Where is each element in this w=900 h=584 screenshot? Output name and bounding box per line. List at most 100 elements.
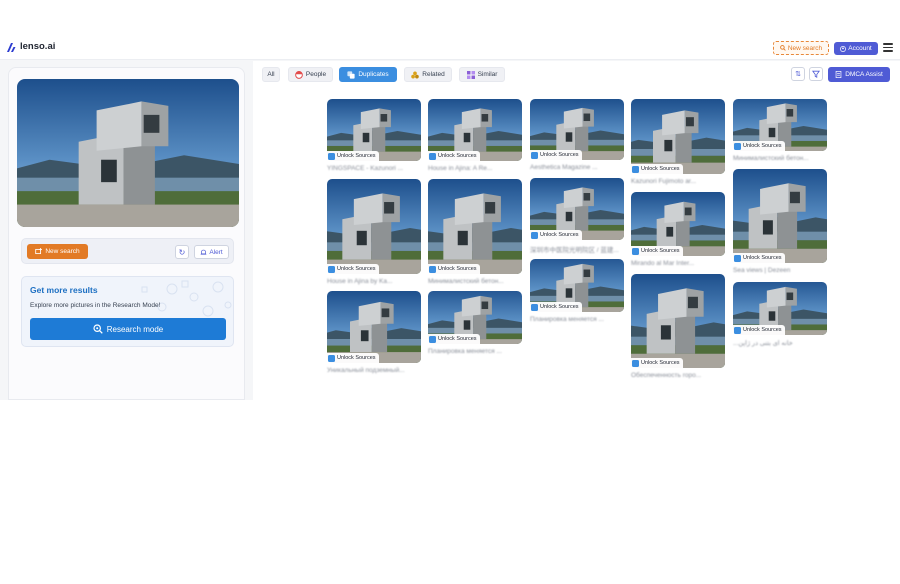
- result-card[interactable]: Unlock Sources House in Ajina by Ka...: [327, 179, 421, 288]
- new-search-button[interactable]: New search: [27, 244, 88, 259]
- result-card[interactable]: Unlock Sources Обеспеченность горо...: [631, 274, 725, 382]
- unlock-sources-badge[interactable]: Unlock Sources: [327, 353, 379, 363]
- unlock-sources-badge[interactable]: Unlock Sources: [428, 264, 480, 274]
- unlock-sources-badge[interactable]: Unlock Sources: [733, 141, 785, 151]
- unlock-sources-label: Unlock Sources: [540, 304, 579, 310]
- unlock-sources-label: Unlock Sources: [337, 153, 376, 159]
- document-icon: [835, 71, 842, 78]
- result-caption[interactable]: Уникальный подземный...: [327, 367, 405, 374]
- unlock-sources-badge[interactable]: Unlock Sources: [530, 150, 582, 160]
- result-caption[interactable]: House in Ajina: A Re...: [428, 165, 492, 172]
- tab-people-label: People: [305, 71, 327, 78]
- sort-button[interactable]: ⇅: [791, 67, 805, 81]
- alert-button[interactable]: Alert: [194, 245, 229, 259]
- bell-icon: [201, 249, 207, 255]
- unlock-sources-badge[interactable]: Unlock Sources: [530, 230, 582, 240]
- unlock-sources-label: Unlock Sources: [743, 255, 782, 261]
- tab-similar[interactable]: Similar: [459, 67, 505, 82]
- query-panel: New search ↻ Alert Get more results Expl…: [8, 67, 245, 400]
- result-card[interactable]: Unlock Sources Aesthetica Magazine ...: [530, 99, 624, 174]
- tab-all-label: All: [267, 71, 275, 78]
- duplicates-icon: [347, 70, 355, 79]
- result-caption[interactable]: Aesthetica Magazine ...: [530, 164, 598, 171]
- promo-title: Get more results: [30, 285, 98, 295]
- result-thumbnail[interactable]: [631, 274, 725, 368]
- dmca-assist-button[interactable]: DMCA Assist: [828, 67, 890, 82]
- result-caption[interactable]: Kazunori Fujimoto ar...: [631, 178, 696, 185]
- research-search-icon: [93, 324, 103, 334]
- unlock-sources-badge[interactable]: Unlock Sources: [631, 164, 683, 174]
- refresh-button[interactable]: ↻: [175, 245, 189, 259]
- tab-duplicates[interactable]: Duplicates: [339, 67, 397, 82]
- result-card[interactable]: Unlock Sources Планировка меняется ...: [428, 291, 522, 358]
- unlock-icon: [632, 165, 639, 173]
- result-caption[interactable]: Планировка меняется ...: [428, 348, 502, 355]
- result-caption[interactable]: House in Ajina by Ka...: [327, 278, 392, 285]
- result-thumbnail[interactable]: [733, 169, 827, 263]
- unlock-icon: [734, 254, 741, 262]
- result-caption[interactable]: Mirando al Mar Inter...: [631, 260, 694, 267]
- result-caption[interactable]: ...خانه ای بتنی در ژاپن: [733, 339, 793, 347]
- result-card[interactable]: Unlock Sources Минималистский бетон...: [733, 99, 827, 165]
- tab-people[interactable]: People: [288, 67, 333, 82]
- unlock-sources-badge[interactable]: Unlock Sources: [428, 151, 480, 161]
- alert-label: Alert: [209, 248, 223, 256]
- result-card[interactable]: Unlock Sources ...خانه ای بتنی در ژاپن: [733, 282, 827, 349]
- refresh-icon: ↻: [178, 247, 186, 257]
- unlock-sources-label: Unlock Sources: [540, 152, 579, 158]
- tab-duplicates-label: Duplicates: [358, 71, 389, 78]
- unlock-sources-badge[interactable]: Unlock Sources: [733, 253, 785, 263]
- unlock-icon: [328, 265, 335, 273]
- tab-all[interactable]: All: [262, 67, 280, 82]
- tab-related[interactable]: Related: [404, 67, 452, 82]
- result-caption[interactable]: Планировка меняется ...: [530, 316, 604, 323]
- result-card[interactable]: Unlock Sources House in Ajina: A Re...: [428, 99, 522, 175]
- logo[interactable]: lenso.ai: [7, 41, 55, 52]
- header-new-search-button[interactable]: New search: [773, 41, 829, 55]
- research-mode-button[interactable]: Research mode: [30, 318, 226, 340]
- unlock-sources-label: Unlock Sources: [743, 143, 782, 149]
- unlock-sources-badge[interactable]: Unlock Sources: [631, 358, 683, 368]
- lenso-logo-icon: [7, 42, 16, 52]
- filter-button[interactable]: [809, 67, 823, 81]
- unlock-sources-label: Unlock Sources: [743, 327, 782, 333]
- result-card[interactable]: Unlock Sources Планировка меняется ...: [530, 259, 624, 326]
- result-card[interactable]: Unlock Sources Минималистский бетон...: [428, 179, 522, 288]
- result-caption[interactable]: YINGSPACE - Kazunori ...: [327, 165, 403, 172]
- unlock-sources-badge[interactable]: Unlock Sources: [733, 325, 785, 335]
- result-card[interactable]: Unlock Sources YINGSPACE - Kazunori ...: [327, 99, 421, 175]
- filter-toolbar: All People Duplicates Related Similar ⇅ …: [253, 61, 900, 89]
- unlock-sources-badge[interactable]: Unlock Sources: [428, 334, 480, 344]
- image-plus-icon: [35, 248, 43, 255]
- result-card[interactable]: Unlock Sources Kazunori Fujimoto ar...: [631, 99, 725, 188]
- result-caption[interactable]: Минималистский бетон...: [428, 278, 504, 285]
- result-card[interactable]: Unlock Sources 深圳市中医院光明院区 / 蓝建...: [530, 178, 624, 254]
- result-caption[interactable]: 深圳市中医院光明院区 / 蓝建...: [530, 244, 619, 254]
- hamburger-menu-icon[interactable]: [883, 43, 893, 53]
- user-icon: [840, 45, 847, 52]
- result-caption[interactable]: Sea views | Dezeen: [733, 267, 790, 274]
- result-card[interactable]: Unlock Sources Sea views | Dezeen: [733, 169, 827, 277]
- result-thumbnail[interactable]: [631, 99, 725, 174]
- tab-related-label: Related: [422, 71, 445, 78]
- unlock-sources-badge[interactable]: Unlock Sources: [327, 264, 379, 274]
- unlock-sources-label: Unlock Sources: [641, 360, 680, 366]
- unlock-icon: [328, 152, 335, 160]
- account-button[interactable]: Account: [834, 42, 878, 55]
- result-card[interactable]: Unlock Sources Уникальный подземный...: [327, 291, 421, 377]
- unlock-sources-badge[interactable]: Unlock Sources: [631, 246, 683, 256]
- unlock-sources-badge[interactable]: Unlock Sources: [530, 302, 582, 312]
- result-card[interactable]: Unlock Sources Mirando al Mar Inter...: [631, 192, 725, 270]
- result-caption[interactable]: Обеспеченность горо...: [631, 372, 701, 379]
- filter-icon: [812, 70, 820, 78]
- new-search-label: New search: [45, 248, 80, 255]
- result-thumbnail[interactable]: [327, 179, 421, 274]
- header-new-search-label: New search: [787, 44, 823, 52]
- unlock-sources-badge[interactable]: Unlock Sources: [327, 151, 379, 161]
- research-mode-label: Research mode: [106, 324, 164, 334]
- sort-icon: ⇅: [795, 71, 801, 78]
- logo-text: lenso.ai: [20, 41, 56, 52]
- result-caption[interactable]: Минималистский бетон...: [733, 155, 809, 162]
- unlock-sources-label: Unlock Sources: [337, 355, 376, 361]
- result-thumbnail[interactable]: [428, 179, 522, 274]
